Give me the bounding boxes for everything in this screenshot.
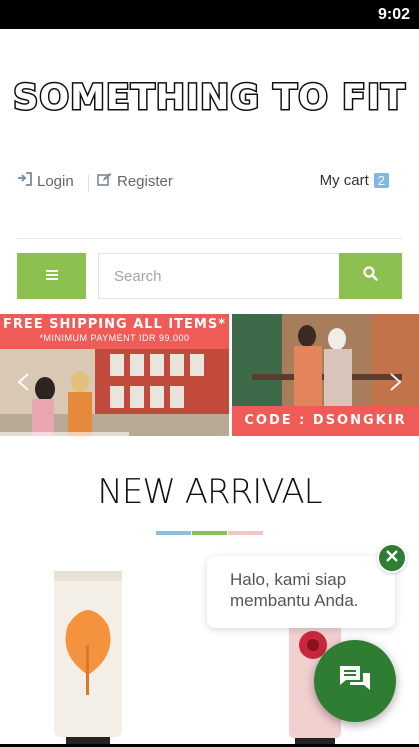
chat-button[interactable] xyxy=(314,640,396,722)
search-icon xyxy=(363,266,378,286)
logo-text: SOMETHING TO FIT xyxy=(12,77,407,120)
chat-close-button[interactable] xyxy=(377,543,407,573)
login-link[interactable]: Login xyxy=(17,172,74,190)
lotion-tube-orange xyxy=(54,571,122,747)
promo-band: FREE SHIPPING ALL ITEMS* *MINIMUM PAYMEN… xyxy=(0,314,229,349)
hamburger-icon xyxy=(45,267,58,285)
close-icon xyxy=(386,549,398,567)
section-title: NEW ARRIVAL xyxy=(97,472,322,512)
status-bar: 9:02 xyxy=(0,0,419,29)
accent-bar-blue xyxy=(156,531,191,535)
cart-label: My cart xyxy=(319,172,369,189)
login-label: Login xyxy=(37,172,74,190)
chevron-right-icon[interactable] xyxy=(389,372,403,398)
banner-slide-left: FREE SHIPPING ALL ITEMS* *MINIMUM PAYMEN… xyxy=(0,314,229,436)
chat-icon xyxy=(338,664,372,699)
promo-carousel[interactable]: FREE SHIPPING ALL ITEMS* *MINIMUM PAYMEN… xyxy=(0,314,419,436)
accent-bar-green xyxy=(192,531,227,535)
cart-count-badge: 2 xyxy=(373,173,389,188)
menu-button[interactable] xyxy=(17,253,86,299)
sign-in-icon xyxy=(17,172,32,190)
chevron-left-icon[interactable] xyxy=(16,372,30,398)
site-logo[interactable]: SOMETHING TO FIT xyxy=(0,77,419,120)
cart-link[interactable]: My cart 2 xyxy=(320,172,389,189)
register-link[interactable]: Register xyxy=(97,172,173,190)
promo-subtitle: *MINIMUM PAYMENT IDR 99.000 xyxy=(39,333,190,343)
status-time: 9:02 xyxy=(377,6,410,23)
chat-message-bubble[interactable]: Halo, kami siap membantu Anda. xyxy=(207,556,395,628)
search-button[interactable] xyxy=(339,253,402,299)
account-bar: Login Register My cart 2 xyxy=(17,172,389,194)
edit-icon xyxy=(97,172,112,190)
section-accent-bars xyxy=(156,531,263,535)
search-input[interactable] xyxy=(99,254,339,298)
promo-title: FREE SHIPPING ALL ITEMS* xyxy=(2,317,227,332)
carousel-progress xyxy=(0,432,129,436)
chat-message: Halo, kami siap membantu Anda. xyxy=(230,570,359,610)
accent-bar-pink xyxy=(228,531,263,535)
account-divider xyxy=(88,175,89,192)
register-label: Register xyxy=(117,172,173,190)
product-image-left[interactable] xyxy=(48,565,128,747)
promo-code-band: CODE : DSONGKIR xyxy=(232,406,419,436)
header-divider xyxy=(17,238,402,239)
search-bar xyxy=(98,253,402,299)
